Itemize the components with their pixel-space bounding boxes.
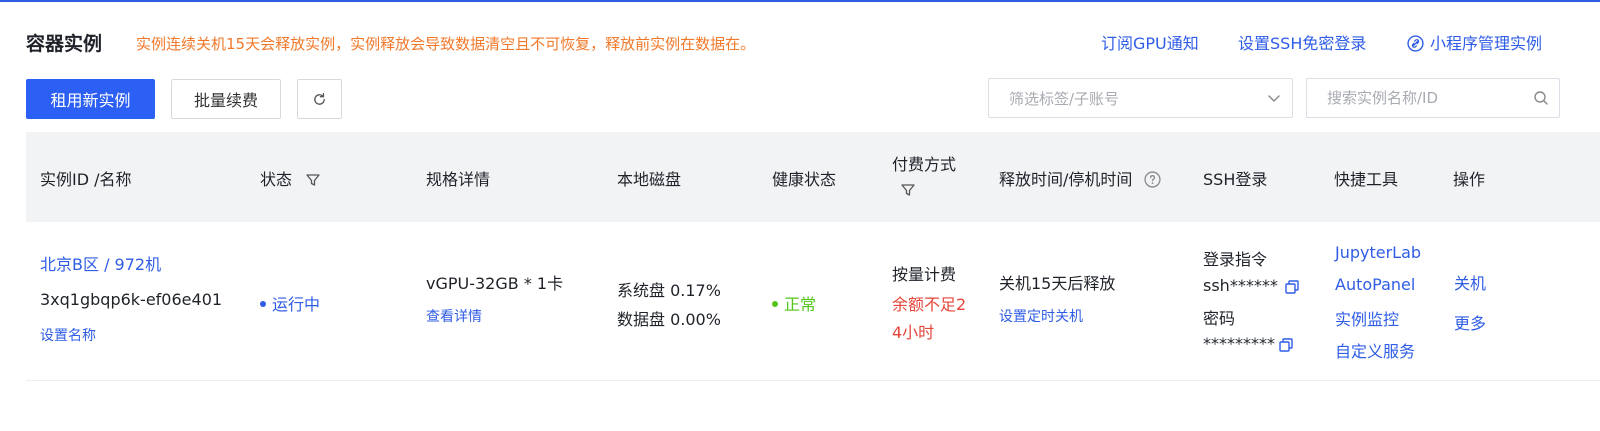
set-name-link[interactable]: 设置名称 [40,325,96,345]
shutdown-action-link[interactable]: 关机 [1454,270,1486,294]
instance-id: 3xq1gbqp6k-ef06e401 [40,290,223,309]
refresh-icon [314,92,325,105]
batch-renew-button[interactable]: 批量续费 [171,79,281,119]
col-release-time: 释放时间/停机时间 [999,166,1161,190]
chevron-down-icon [1256,91,1292,105]
col-spec: 规格详情 [426,170,491,189]
view-detail-link[interactable]: 查看详情 [426,306,482,326]
filter-icon[interactable] [305,172,321,188]
col-ssh-login: SSH登录 [1203,170,1268,189]
filter-icon[interactable] [900,182,916,198]
instance-search-input[interactable] [1307,88,1523,108]
page-title: 容器实例 [26,33,103,55]
data-disk-usage: 数据盘 0.00% [617,310,721,329]
copy-icon[interactable] [1284,279,1300,295]
mini-program-manage-label: 小程序管理实例 [1430,34,1543,53]
health-text: 正常 [784,295,817,314]
balance-warning-line1: 余额不足2 [892,295,967,314]
subscribe-gpu-notify-link[interactable]: 订阅GPU通知 [1101,30,1199,54]
tool-instance-monitor-link[interactable]: 实例监控 [1335,306,1399,330]
col-quick-tools: 快捷工具 [1334,170,1399,189]
release-warning: 实例连续关机15天会释放实例，实例释放会导致数据清空且不可恢复，释放前实例在数据… [136,35,756,53]
rent-new-instance-button[interactable]: 租用新实例 [26,79,155,119]
instance-search-box[interactable] [1306,78,1560,118]
tool-custom-service-link[interactable]: 自定义服务 [1335,338,1415,362]
mini-program-manage-link[interactable]: 小程序管理实例 [1407,30,1542,54]
col-local-disk: 本地磁盘 [617,170,682,189]
col-actions: 操作 [1453,170,1486,189]
refresh-button[interactable] [297,79,342,119]
instance-region-link[interactable]: 北京B区 / 972机 [40,251,161,275]
col-status: 状态 [260,166,321,190]
more-actions-link[interactable]: 更多 [1454,310,1486,334]
login-command-label: 登录指令 [1203,250,1268,269]
password-label: 密码 [1203,309,1236,328]
row-divider [26,380,1600,381]
copy-icon[interactable] [1278,337,1294,353]
status-text: 运行中 [272,295,321,314]
health-badge: 正常 [772,291,816,315]
col-release-label: 释放时间/停机时间 [999,170,1133,189]
system-disk-usage: 系统盘 0.17% [617,281,721,300]
billing-method: 按量计费 [892,265,957,284]
status-badge: 运行中 [260,291,320,315]
filter-placeholder: 筛选标签/子账号 [1009,89,1120,108]
tool-jupyterlab-link[interactable]: JupyterLab [1335,243,1421,262]
col-status-label: 状态 [260,170,293,189]
login-command-value: ssh****** [1203,276,1278,295]
col-health: 健康状态 [772,170,837,189]
password-value: ********* [1203,334,1275,353]
status-dot [260,301,266,307]
link-icon [1407,35,1424,52]
health-dot [772,301,778,307]
col-instance-id: 实例ID /名称 [40,170,132,189]
release-policy: 关机15天后释放 [999,274,1116,293]
tool-autopanel-link[interactable]: AutoPanel [1335,275,1415,294]
search-icon[interactable] [1523,90,1559,106]
top-accent-line [0,0,1600,2]
col-billing: 付费方式 [892,155,957,174]
tag-subaccount-filter-select[interactable]: 筛选标签/子账号 [988,78,1293,118]
set-scheduled-shutdown-link[interactable]: 设置定时关机 [999,306,1083,326]
spec-value: vGPU-32GB * 1卡 [426,274,564,293]
help-circle-icon[interactable] [1143,171,1161,188]
balance-warning-line2: 4小时 [892,323,935,342]
ssh-free-login-link[interactable]: 设置SSH免密登录 [1238,30,1366,54]
